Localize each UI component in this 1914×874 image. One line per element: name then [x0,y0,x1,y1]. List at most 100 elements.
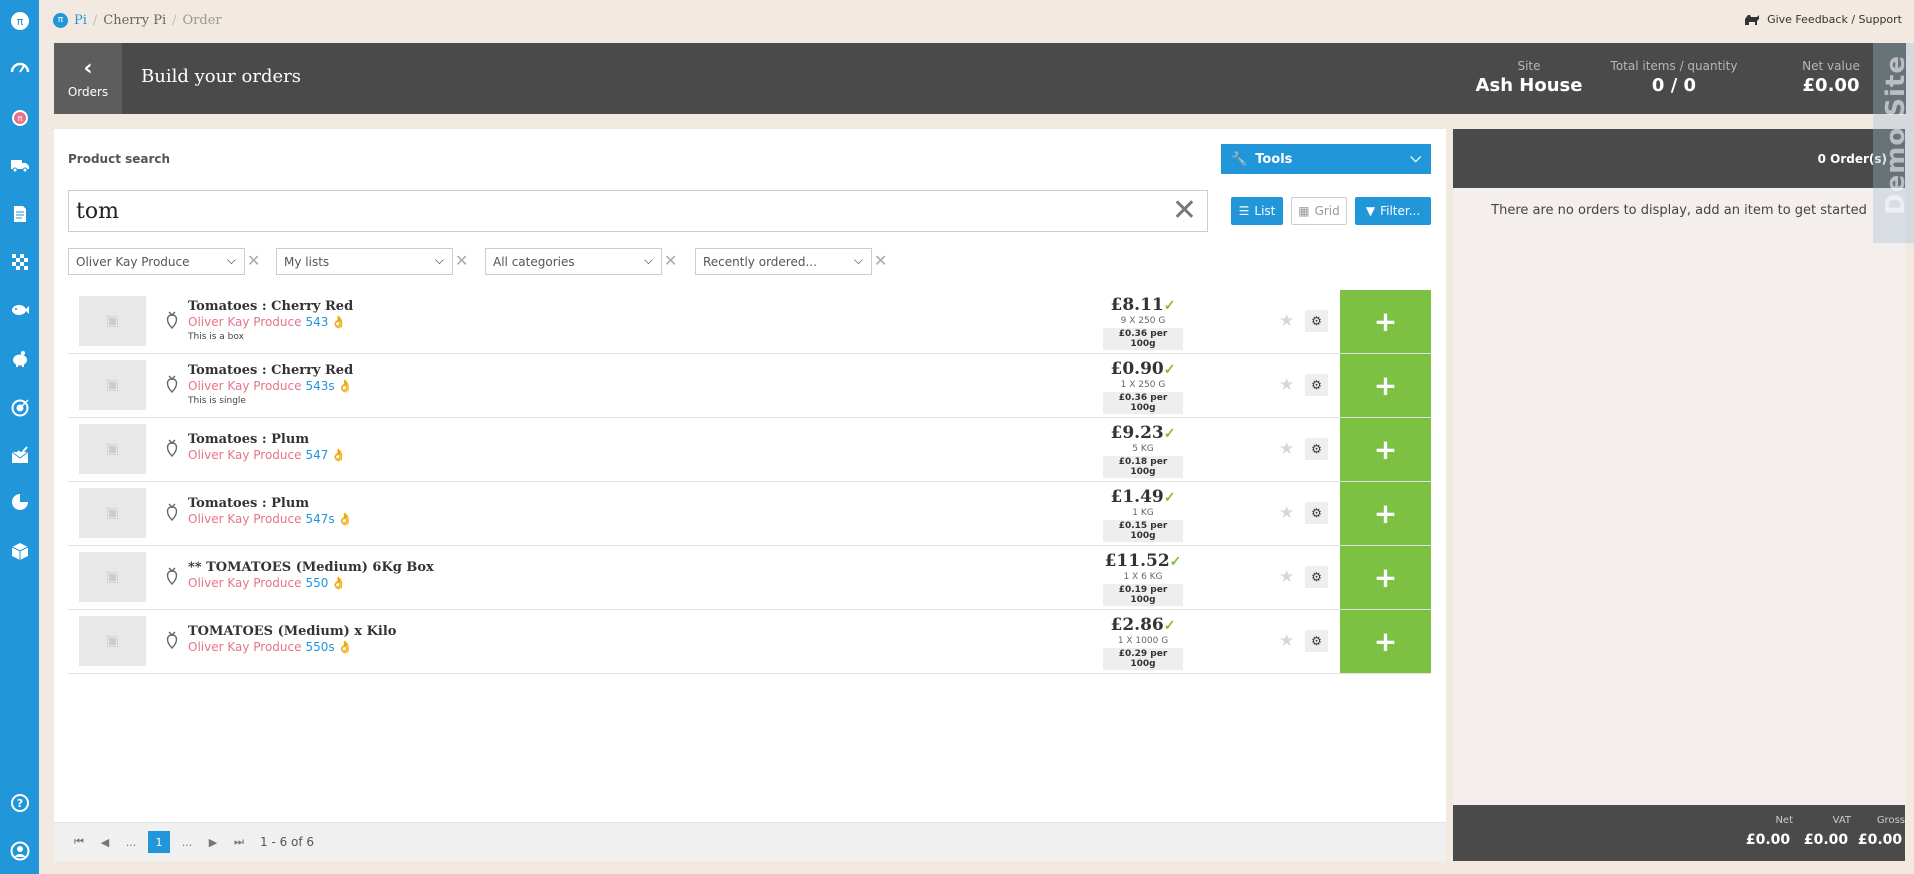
target-icon[interactable] [9,396,30,417]
strawberry-icon [166,503,178,521]
supplier-name[interactable]: Oliver Kay Produce [188,576,302,590]
page-1-button[interactable]: 1 [148,831,170,853]
last-page-icon[interactable]: ⏭ [226,835,252,849]
breadcrumb-current: Order [182,12,222,28]
favourite-star-icon[interactable]: ★ [1279,375,1294,395]
chevron-down-icon: ⌵ [226,253,236,267]
cogs-icon[interactable]: ⚙ [1305,374,1328,396]
checkerboard-icon[interactable] [9,251,30,272]
orders-empty-message: There are no orders to display, add an i… [1491,203,1867,218]
supplier-select[interactable]: Oliver Kay Produce ⌵ [68,248,245,275]
grid-view-button[interactable]: ▦ Grid [1291,197,1347,225]
supplier-name[interactable]: Oliver Kay Produce [188,640,302,654]
truck-icon[interactable] [9,154,30,175]
remove-recent-filter-icon[interactable]: ✕ [874,251,887,270]
piggy-bank-icon[interactable] [9,348,30,369]
svg-text:π: π [16,15,23,28]
favourite-star-icon[interactable]: ★ [1279,311,1294,331]
product-name[interactable]: Tomatoes : Plum [188,432,309,447]
cogs-icon[interactable]: ⚙ [1305,310,1328,332]
cogs-icon[interactable]: ⚙ [1305,630,1328,652]
filter-button[interactable]: ▼ Filter... [1355,197,1431,225]
box-icon[interactable] [9,540,30,561]
tools-button[interactable]: 🔧 Tools ⌵ [1221,144,1431,174]
pi-logo-icon[interactable]: π [9,10,30,31]
product-image: ▣ [79,488,146,538]
prev-page-icon[interactable]: ◀ [92,836,118,849]
user-icon[interactable] [9,840,30,861]
product-panel: Product search 🔧 Tools ⌵ ✕ ☰ List ▦ Grid… [54,129,1446,861]
supplier-name[interactable]: Oliver Kay Produce [188,379,302,393]
supplier-name[interactable]: Oliver Kay Produce [188,512,302,526]
gross-total-key: Gross [1876,815,1905,826]
items-stat: Total items / quantity 0 / 0 [1594,59,1754,96]
add-to-order-button[interactable]: + [1340,354,1431,417]
product-row: ▣ TOMATOES (Medium) x Kilo Oliver Kay Pr… [68,610,1431,674]
product-name[interactable]: Tomatoes : Cherry Red [188,363,353,378]
search-input[interactable] [69,191,1149,231]
first-page-icon[interactable]: ⏮ [66,835,92,849]
add-to-order-button[interactable]: + [1340,290,1431,353]
list-view-button[interactable]: ☰ List [1231,197,1283,225]
cogs-icon[interactable]: ⚙ [1305,566,1328,588]
product-code[interactable]: 550 [306,576,329,590]
supplier-name[interactable]: Oliver Kay Produce [188,448,302,462]
svg-text:?: ? [16,797,22,810]
unit-price: £0.19 per 100g [1103,584,1183,606]
cogs-icon[interactable]: ⚙ [1305,502,1328,524]
envelope-icon[interactable] [9,444,30,465]
breadcrumb-cherry-pi[interactable]: Cherry Pi [103,13,166,28]
add-to-order-button[interactable]: + [1340,418,1431,481]
lists-select[interactable]: My lists ⌵ [276,248,453,275]
product-code[interactable]: 547s [306,512,335,526]
pager-ellipsis[interactable]: ... [118,836,144,849]
product-name[interactable]: TOMATOES (Medium) x Kilo [188,624,396,639]
feedback-link[interactable]: Give Feedback / Support [1743,11,1902,27]
product-code[interactable]: 547 [306,448,329,462]
add-to-order-button[interactable]: + [1340,482,1431,545]
product-code[interactable]: 543s [306,379,335,393]
product-code[interactable]: 550s [306,640,335,654]
back-to-orders-button[interactable]: ‹ Orders [54,43,122,114]
product-name[interactable]: ** TOMATOES (Medium) 6Kg Box [188,560,434,575]
favourite-star-icon[interactable]: ★ [1279,439,1294,459]
add-to-order-button[interactable]: + [1340,610,1431,673]
breadcrumb-pi[interactable]: Pi [74,13,87,28]
pager-ellipsis[interactable]: ... [174,836,200,849]
net-value: £0.00 [1802,75,1860,96]
supplier-select-value: Oliver Kay Produce [76,254,190,269]
pie-chart-icon[interactable] [9,491,30,512]
clear-search-icon[interactable]: ✕ [1172,196,1197,226]
breadcrumb-separator: / [172,12,177,28]
product-price: £8.11 [1110,295,1164,315]
demo-site-watermark: Demo Site [1873,43,1914,243]
cogs-icon[interactable]: ⚙ [1305,438,1328,460]
help-icon[interactable]: ? [9,792,30,813]
pagination: ⏮ ◀ ... 1 ... ▶ ⏭ 1 - 6 of 6 [54,822,1446,861]
favourite-star-icon[interactable]: ★ [1279,567,1294,587]
next-page-icon[interactable]: ▶ [200,836,226,849]
check-icon: ✓ [1163,490,1176,506]
price-block: £1.49✓ 1 KG £0.15 per 100g [1103,487,1183,542]
product-code[interactable]: 543 [306,315,329,329]
add-to-order-button[interactable]: + [1340,546,1431,609]
category-select[interactable]: All categories ⌵ [485,248,662,275]
pi-apple-icon[interactable]: π [9,106,30,127]
pack-size: 5 KG [1132,444,1154,454]
product-name[interactable]: Tomatoes : Plum [188,496,309,511]
product-name[interactable]: Tomatoes : Cherry Red [188,299,353,314]
speedometer-icon[interactable] [9,57,30,78]
recently-ordered-select[interactable]: Recently ordered... ⌵ [695,248,872,275]
fish-icon[interactable] [9,299,30,320]
remove-supplier-filter-icon[interactable]: ✕ [247,251,260,270]
favourite-star-icon[interactable]: ★ [1279,631,1294,651]
breadcrumb: π Pi / Cherry Pi / Order [53,9,222,31]
remove-category-filter-icon[interactable]: ✕ [664,251,677,270]
supplier-name[interactable]: Oliver Kay Produce [188,315,302,329]
page-title: Build your orders [141,66,301,87]
pager-info: 1 - 6 of 6 [260,835,315,849]
favourite-star-icon[interactable]: ★ [1279,503,1294,523]
remove-lists-filter-icon[interactable]: ✕ [455,251,468,270]
document-icon[interactable] [9,203,30,224]
product-price: £9.23 [1110,423,1164,443]
